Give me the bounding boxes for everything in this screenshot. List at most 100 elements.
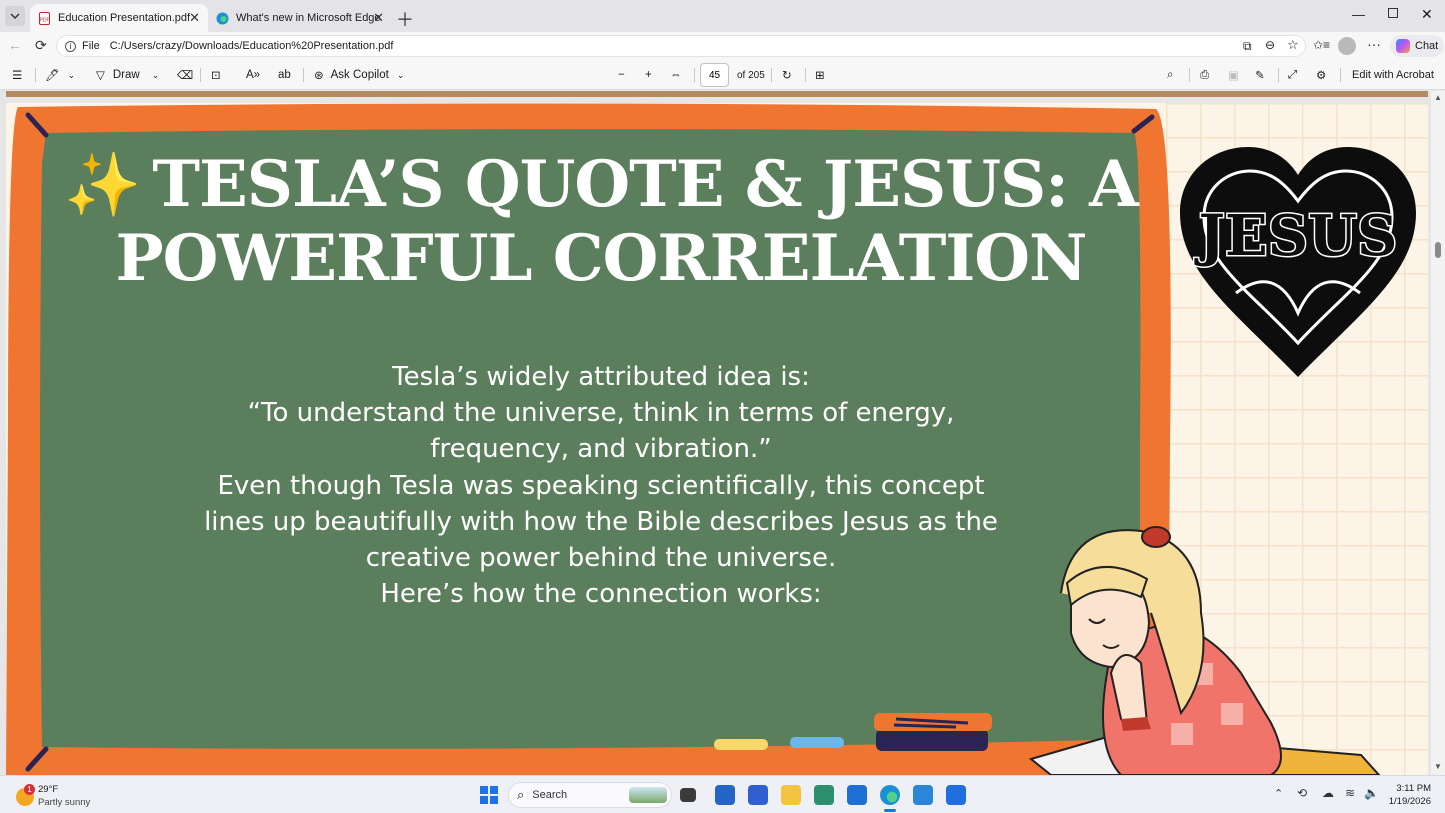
page-number-input[interactable]	[700, 63, 729, 87]
yellow-chalk	[714, 739, 768, 750]
jesus-heart-logo: JESUS	[1180, 147, 1416, 377]
active-app-indicator	[884, 809, 896, 812]
previous-page-edge	[6, 91, 1428, 97]
outlook-icon[interactable]	[847, 785, 867, 805]
tab-education-presentation[interactable]: PDF Education Presentation.pdf ✕	[30, 4, 208, 32]
body-line: frequency, and vibration.”	[430, 434, 772, 465]
settings-gear-icon[interactable]: ⚙	[1316, 60, 1326, 90]
edge-taskbar-icon[interactable]	[880, 785, 900, 805]
maximize-button[interactable]	[1388, 8, 1398, 18]
weather-widget[interactable]: 1 29°F Partly sunny	[14, 782, 124, 810]
tab-label: What's new in Microsoft Edge	[236, 12, 381, 24]
slide-body: Tesla’s widely attributed idea is: “To u…	[96, 359, 1106, 612]
file-explorer-icon[interactable]	[781, 785, 801, 805]
refresh-icon[interactable]: ⟳	[35, 37, 47, 54]
body-line: “To understand the universe, think in te…	[247, 398, 955, 429]
search-icon: ⌕	[517, 787, 525, 802]
scrollbar-thumb[interactable]	[1435, 242, 1441, 258]
sparkles-icon: ✨	[64, 148, 141, 221]
close-tab-icon[interactable]: ✕	[189, 10, 200, 26]
clock-date: 1/19/2026	[1388, 796, 1431, 807]
back-icon[interactable]: ←	[8, 37, 22, 53]
copilot-chat-button[interactable]: Chat	[1390, 35, 1445, 57]
app-icon[interactable]	[814, 785, 834, 805]
task-view-icon[interactable]	[680, 788, 696, 802]
zoom-out-icon[interactable]: −	[618, 60, 625, 90]
slide-title-line1: TESLA’S QUOTE & JESUS: A	[152, 147, 1138, 222]
rotate-icon[interactable]: ↻	[782, 60, 792, 90]
app-icon-square[interactable]	[946, 785, 966, 805]
chevron-down-icon	[10, 13, 20, 19]
blue-chalk	[790, 737, 844, 748]
highlighter-icon: 🖊	[45, 70, 60, 82]
print-icon[interactable]: ⎙	[1200, 60, 1209, 90]
chevron-down-icon: ⌄	[151, 69, 160, 80]
save-as-icon[interactable]: ✎	[1255, 60, 1265, 90]
volume-icon[interactable]: 🔈	[1364, 786, 1379, 800]
scroll-down-icon[interactable]: ▼	[1434, 762, 1442, 771]
draw-icon: ▽	[96, 70, 105, 82]
slide-title-line2: POWERFUL CORRELATION	[115, 221, 1087, 296]
eraser-icon[interactable]: ⌫	[177, 60, 193, 90]
ask-copilot-label: Ask Copilot	[330, 69, 389, 81]
microsoft-store-icon[interactable]	[715, 785, 735, 805]
tab-label: Education Presentation.pdf	[58, 12, 191, 24]
search-placeholder: Search	[532, 789, 568, 801]
zoom-icon[interactable]: ⊖	[1265, 38, 1275, 52]
start-windows-icon[interactable]	[480, 786, 498, 804]
search-icon[interactable]: ⌕	[1167, 60, 1173, 90]
contents-icon[interactable]: ☰	[12, 60, 22, 90]
draw-tool[interactable]: ▽ Draw ⌄	[96, 60, 159, 90]
chat-label: Chat	[1415, 40, 1439, 52]
fit-page-icon[interactable]: ⇔	[670, 60, 682, 90]
translate-icon[interactable]: ab	[278, 60, 291, 90]
taskbar-search-box[interactable]: ⌕ Search	[508, 782, 672, 808]
profile-avatar[interactable]	[1338, 37, 1356, 55]
sync-icon[interactable]: ⟲	[1297, 786, 1307, 800]
cloud-icon[interactable]: ☁	[1322, 786, 1334, 800]
favorite-star-icon[interactable]: ☆	[1287, 37, 1299, 53]
page-total: of 205	[737, 69, 765, 81]
clock-time: 3:11 PM	[1396, 783, 1431, 794]
copilot-icon: ⊛	[314, 70, 324, 82]
vertical-scrollbar[interactable]: ▲ ▼	[1431, 91, 1445, 775]
close-window-button[interactable]: ✕	[1421, 6, 1433, 23]
close-tab-icon[interactable]: ✕	[373, 10, 384, 26]
navigation-bar: ← ⟳ i File C:/Users/crazy/Downloads/Educ…	[0, 32, 1445, 60]
draw-label: Draw	[112, 69, 140, 81]
pdf-icon: PDF	[39, 11, 50, 25]
info-icon[interactable]: i	[65, 40, 76, 52]
visual-studio-icon[interactable]	[748, 785, 768, 805]
show-hidden-icons-icon[interactable]: ⌃	[1274, 787, 1283, 800]
minimize-button[interactable]: —	[1352, 7, 1365, 22]
body-line: Tesla’s widely attributed idea is:	[392, 362, 810, 392]
page-view-icon[interactable]: ⊞	[815, 60, 825, 90]
favorites-icon[interactable]: ✩≡	[1313, 38, 1330, 52]
fullscreen-icon[interactable]: ⤢	[1288, 60, 1297, 90]
svg-text:PDF: PDF	[40, 17, 50, 23]
zoom-in-icon[interactable]: +	[645, 60, 652, 90]
read-aloud-icon[interactable]: A»	[246, 60, 260, 90]
save-icon[interactable]: ▣	[1228, 60, 1239, 90]
clock[interactable]: 3:11 PM 1/19/2026	[1387, 782, 1431, 808]
pdf-toolbar: ☰ 🖊 ⌄ ▽ Draw ⌄ ⌫ ⊡ A» ab ⊛ Ask Copilot ⌄ − + …	[0, 60, 1445, 90]
scroll-up-icon[interactable]: ▲	[1434, 93, 1442, 102]
text-box-icon[interactable]: ⊡	[211, 60, 221, 90]
more-options-icon[interactable]: ···	[1367, 36, 1381, 52]
tab-actions-menu-button[interactable]	[5, 6, 25, 26]
ask-copilot-button[interactable]: ⊛ Ask Copilot ⌄	[314, 60, 404, 90]
tab-whats-new-edge[interactable]: What's new in Microsoft Edge ✕	[208, 4, 392, 32]
address-bar[interactable]: i File C:/Users/crazy/Downloads/Educatio…	[56, 35, 1306, 57]
wifi-icon[interactable]: ≋	[1345, 786, 1355, 800]
slide-title: ✨ TESLA’S QUOTE & JESUS: A	[46, 153, 1156, 217]
app-icon-blue[interactable]	[913, 785, 933, 805]
pdf-viewer[interactable]: ✨ TESLA’S QUOTE & JESUS: A POWERFUL CORRE…	[0, 91, 1445, 775]
immersive-reader-icon[interactable]: ⧉	[1243, 39, 1252, 54]
windows-taskbar: 1 29°F Partly sunny ⌕ Search ⌃ ⟲ ☁ ≋ 🔈 3…	[0, 775, 1445, 813]
highlight-tool[interactable]: 🖊 ⌄	[45, 60, 75, 90]
body-line: lines up beautifully with how the Bible …	[204, 506, 998, 537]
search-highlight-image	[629, 787, 667, 803]
new-tab-button[interactable]: ＋	[396, 6, 414, 32]
edge-icon	[216, 12, 229, 24]
edit-with-acrobat-button[interactable]: Edit with Acrobat	[1352, 60, 1434, 90]
